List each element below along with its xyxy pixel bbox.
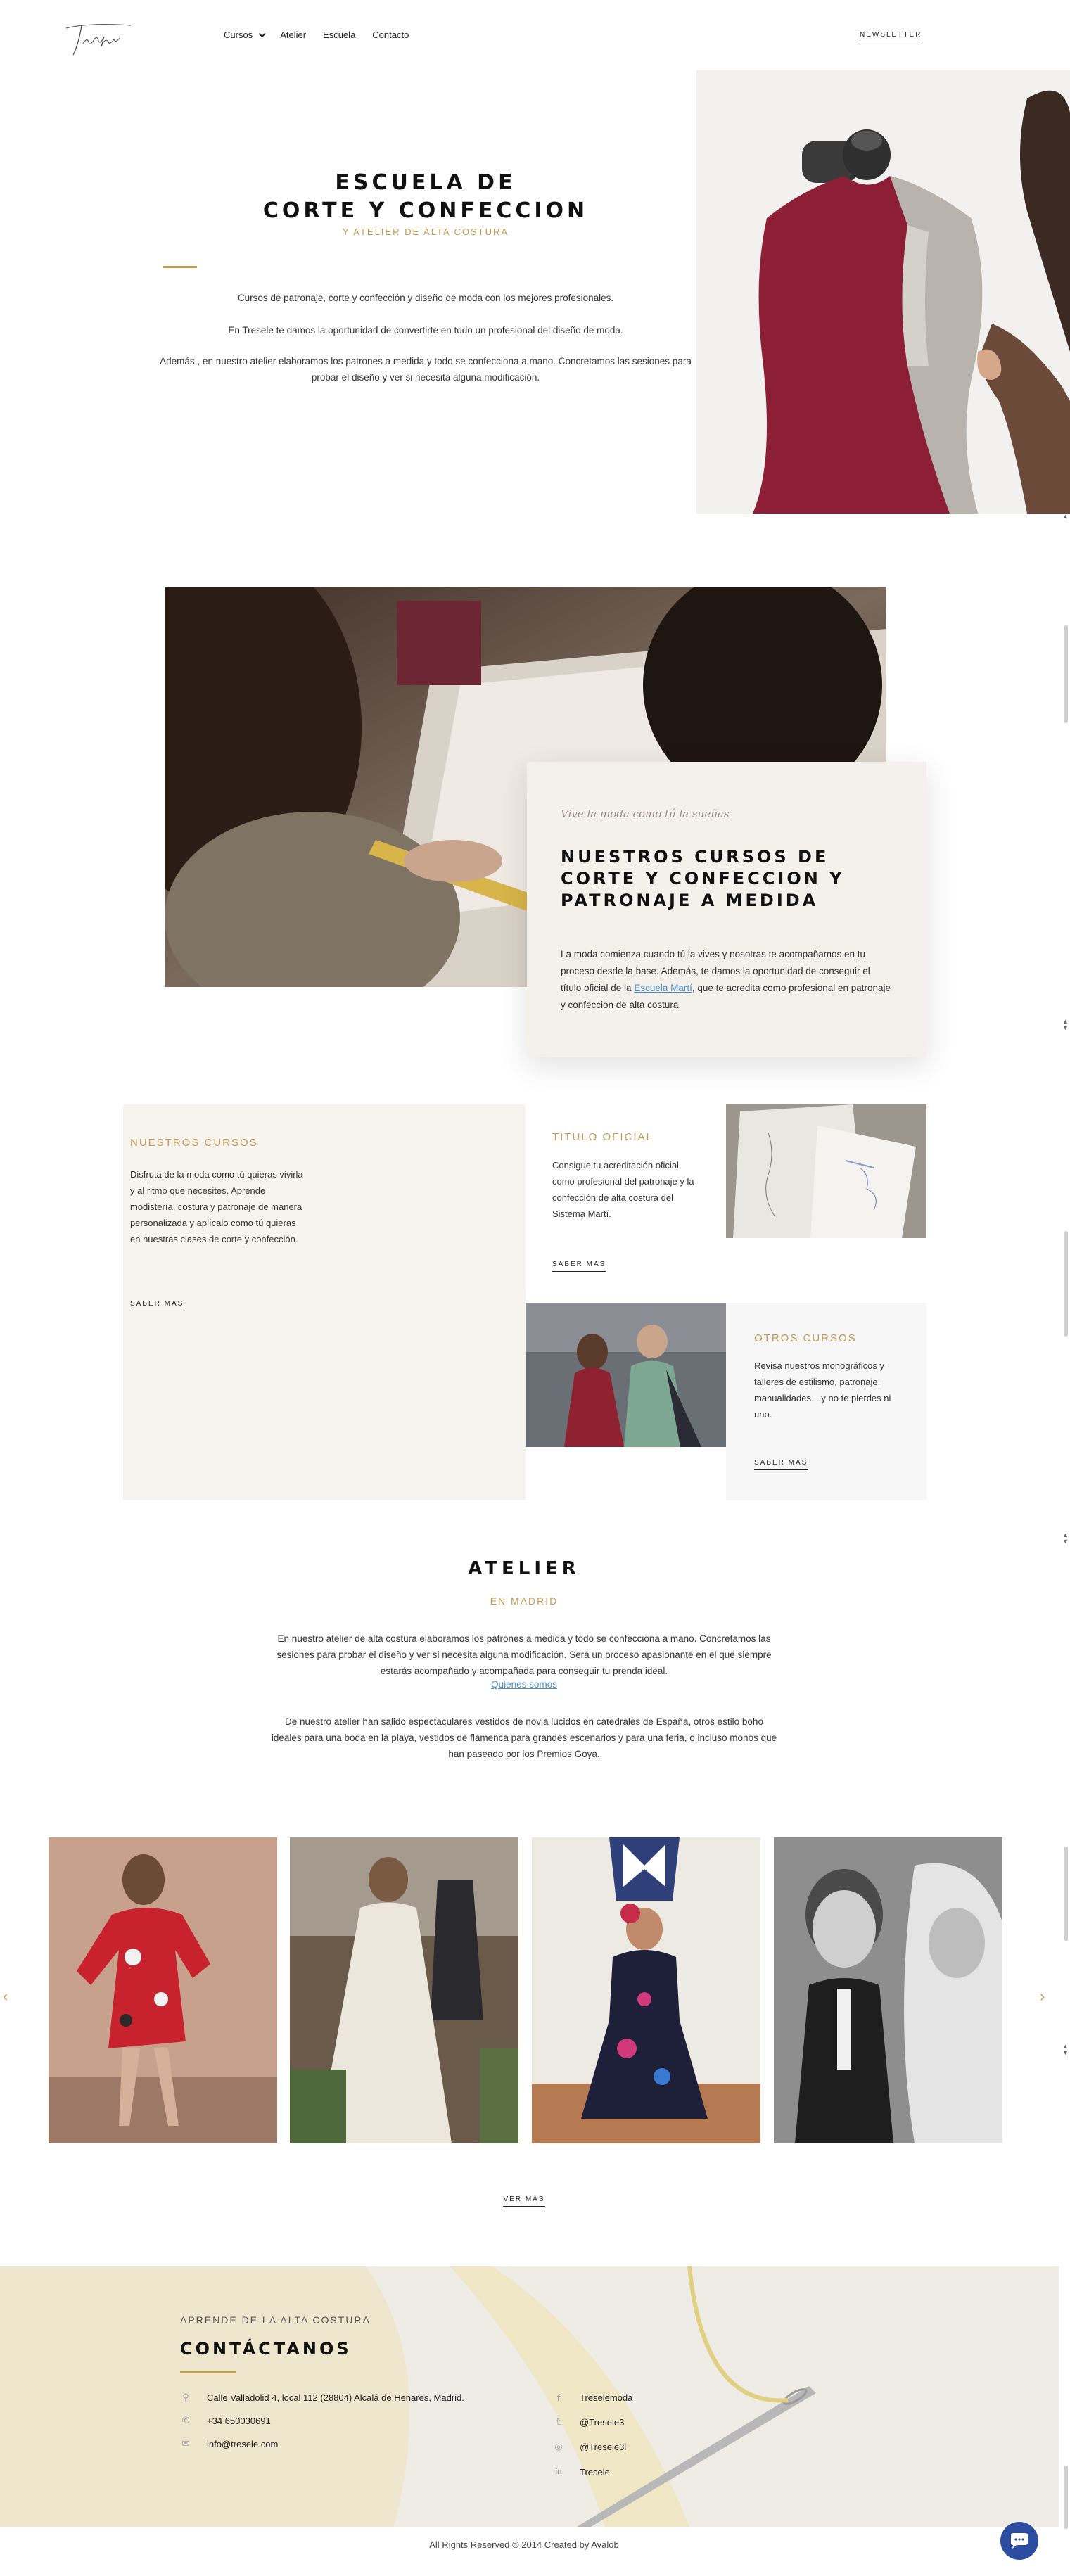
social-instagram[interactable]: ◎ @Tresele3l: [553, 2441, 626, 2452]
contact-divider: [180, 2371, 236, 2373]
scroll-thumb-3[interactable]: [1064, 1847, 1068, 1941]
chevron-down-icon: [258, 30, 266, 38]
scroll-up-icon[interactable]: ▲: [1062, 514, 1069, 520]
facebook-text: Treselemoda: [580, 2392, 633, 2403]
envelope-icon: ✉: [181, 2438, 190, 2449]
hero-title-line-2: CORTE Y CONFECCION: [262, 198, 589, 223]
address-text: Calle Valladolid 4, local 112 (28804) Al…: [207, 2392, 464, 2403]
atelier-link-wrapper: Quienes somos: [0, 1679, 1048, 1690]
atelier-subtitle: EN MADRID: [490, 1595, 559, 1607]
hero-title-line-1: ESCUELA DE: [335, 170, 516, 195]
fashion-sketch-image: [726, 1104, 926, 1238]
nuestros-cursos-more-link[interactable]: SABER MAS: [130, 1300, 184, 1311]
nuestros-cursos-label: NUESTROS CURSOS: [130, 1137, 258, 1149]
otros-cursos-more-link[interactable]: SABER MAS: [754, 1459, 808, 1470]
phone-icon: ✆: [181, 2415, 190, 2425]
card-title: NUESTROS CURSOS DE CORTE Y CONFECCION Y …: [561, 847, 845, 910]
atelier-ver-mas-link[interactable]: VER MAS: [503, 2195, 545, 2207]
scroll-thumb[interactable]: [1064, 625, 1068, 723]
scroll-up-down-icon-3[interactable]: ▲ ▼: [1062, 2043, 1069, 2056]
gallery-prev-icon[interactable]: ‹: [3, 1987, 8, 2006]
phone-text: +34 650030691: [207, 2415, 271, 2426]
gallery-image-bride-church[interactable]: [290, 1837, 518, 2143]
twitter-icon: 𝕥: [556, 2416, 561, 2427]
titulo-oficial-text: Consigue tu acreditación oficial como pr…: [552, 1160, 694, 1219]
logo-script: [65, 24, 132, 56]
scroll-up-down-icon[interactable]: ▲ ▼: [1062, 1019, 1069, 1031]
titulo-oficial-more-link[interactable]: SABER MAS: [552, 1261, 606, 1272]
nav-item-contacto[interactable]: Contacto: [372, 30, 409, 40]
gallery-image-wedding-couple[interactable]: [774, 1837, 1002, 2143]
atelier-paragraph-1: En nuestro atelier de alta costura elabo…: [276, 1633, 772, 1676]
nav-item-atelier[interactable]: Atelier: [280, 30, 306, 40]
quienes-somos-link[interactable]: Quienes somos: [491, 1679, 557, 1690]
card-script-tagline: Vive la moda como tú la sueñas: [561, 808, 730, 820]
footer-copyright: All Rights Reserved © 2014 Created by Av…: [429, 2539, 619, 2550]
linkedin-icon: in: [555, 2468, 562, 2476]
social-facebook[interactable]: f Treselemoda: [553, 2392, 633, 2403]
contact-title: CONTÁCTANOS: [180, 2339, 352, 2359]
social-linkedin[interactable]: in Tresele: [553, 2466, 610, 2478]
card-paragraph: La moda comienza cuando tú la vives y no…: [561, 946, 891, 1014]
newsletter-link[interactable]: NEWSLETTER: [860, 31, 922, 42]
otros-cursos-label: OTROS CURSOS: [754, 1332, 857, 1344]
hero-paragraph-1: Cursos de patronaje, corte y confección …: [237, 293, 614, 303]
contact-email[interactable]: ✉ info@tresele.com: [180, 2438, 279, 2449]
main-nav: Cursos Atelier Escuela Contacto: [224, 30, 409, 40]
couple-photo: [526, 1303, 726, 1447]
contact-address: ⚲ Calle Valladolid 4, local 112 (28804) …: [180, 2392, 464, 2403]
otros-cursos-text: Revisa nuestros monográficos y talleres …: [754, 1360, 891, 1420]
instagram-icon: ◎: [554, 2441, 563, 2451]
scroll-up-down-icon-2[interactable]: ▲ ▼: [1062, 1532, 1069, 1545]
hero-paragraph-3: Además , en nuestro atelier elaboramos l…: [160, 356, 692, 383]
contact-kicker: APRENDE DE LA ALTA COSTURA: [180, 2314, 371, 2326]
site-logo[interactable]: [60, 15, 138, 58]
titulo-oficial-label: TITULO OFICIAL: [552, 1131, 654, 1143]
social-twitter[interactable]: 𝕥 @Tresele3: [553, 2416, 624, 2428]
hero-subtitle: Y ATELIER DE ALTA COSTURA: [342, 227, 509, 237]
linkedin-text: Tresele: [580, 2466, 610, 2478]
hero-title: ESCUELA DE CORTE Y CONFECCION: [197, 169, 654, 225]
hero-mannequin-image: [696, 70, 1070, 514]
atelier-paragraph-2: De nuestro atelier han salido espectacul…: [271, 1716, 777, 1759]
gallery-next-icon[interactable]: ›: [1040, 1987, 1045, 2006]
atelier-title: ATELIER: [468, 1558, 580, 1579]
scroll-thumb-2[interactable]: [1064, 1231, 1068, 1337]
instagram-text: @Tresele3l: [580, 2441, 627, 2452]
ver-mas-wrapper: VER MAS: [0, 2192, 1048, 2207]
nav-item-escuela[interactable]: Escuela: [323, 30, 355, 40]
chat-bubble-icon: [1011, 2533, 1028, 2549]
gallery-image-flamenca[interactable]: [532, 1837, 760, 2143]
facebook-icon: f: [556, 2392, 561, 2403]
hero-paragraph-2: En Tresele te damos la oportunidad de co…: [228, 325, 623, 336]
twitter-text: @Tresele3: [580, 2416, 625, 2428]
nav-item-cursos[interactable]: Cursos: [224, 30, 266, 40]
location-pin-icon: ⚲: [182, 2392, 189, 2402]
hero-divider: [163, 266, 197, 268]
scroll-thumb-4[interactable]: [1064, 2466, 1068, 2529]
chat-button[interactable]: [1000, 2522, 1038, 2560]
email-text: info@tresele.com: [207, 2438, 279, 2449]
gallery-image-red-dress[interactable]: [49, 1837, 277, 2143]
nuestros-cursos-text: Disfruta de la moda como tú quieras vivi…: [130, 1169, 303, 1244]
contact-section-background: [0, 2266, 1059, 2527]
contact-phone[interactable]: ✆ +34 650030691: [180, 2415, 271, 2426]
escuela-marti-link[interactable]: Escuela Martí: [634, 983, 692, 993]
